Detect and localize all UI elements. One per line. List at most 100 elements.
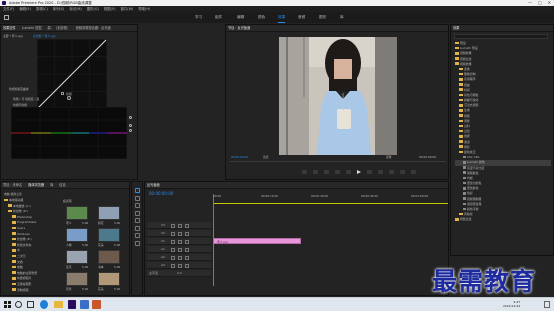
lock-icon[interactable] — [171, 255, 175, 260]
sync-icon[interactable] — [178, 231, 182, 236]
quality-dropdown[interactable]: 完整 — [386, 155, 392, 159]
workspace-learn[interactable]: 学习 — [195, 12, 202, 23]
mute-icon[interactable] — [178, 255, 182, 260]
eye-icon[interactable] — [185, 223, 189, 228]
lock-icon[interactable] — [171, 223, 175, 228]
workspace-color[interactable]: 颜色 — [258, 12, 265, 23]
tab-libraries[interactable]: 库 — [50, 183, 53, 187]
selection-tool-icon[interactable] — [134, 188, 140, 193]
file-explorer-icon[interactable] — [54, 301, 63, 308]
workspace-assembly[interactable]: 组件 — [215, 12, 222, 23]
tab-lumetri-scopes[interactable]: Lumetri 范围 — [22, 26, 42, 30]
master-volume-value[interactable]: 0.0 — [177, 271, 182, 275]
pen-tool-icon[interactable] — [134, 225, 140, 231]
hand-tool-icon[interactable] — [134, 233, 140, 238]
program-timecode-current[interactable]: 00:00:00:00 — [231, 155, 248, 159]
windows-start-icon[interactable] — [4, 301, 11, 308]
workspace-graphics[interactable]: 图形 — [319, 12, 326, 23]
slip-tool-icon[interactable] — [134, 218, 140, 223]
media-thumbnail[interactable]: 蓝天 5:00 — [63, 250, 93, 270]
home-icon[interactable] — [4, 15, 9, 20]
eye-icon[interactable] — [185, 231, 189, 236]
rgb-curve-graph[interactable] — [37, 39, 107, 109]
marker-icon[interactable] — [302, 170, 307, 174]
solo-icon[interactable] — [185, 255, 189, 260]
step-forward-icon[interactable] — [367, 170, 372, 174]
lock-icon[interactable] — [171, 239, 175, 244]
razor-tool-icon[interactable] — [134, 210, 140, 216]
reset-icon[interactable] — [129, 129, 132, 132]
media-thumbnail[interactable]: 花朵 5:00 — [95, 272, 125, 292]
workspace-audio[interactable]: 音频 — [298, 12, 305, 23]
tab-source[interactable]: 源：（无剪辑） — [47, 26, 69, 30]
track-header[interactable]: V3 — [147, 222, 211, 229]
fit-dropdown[interactable]: 适合 — [263, 155, 269, 159]
extract-icon[interactable] — [400, 170, 405, 174]
go-to-out-icon[interactable] — [378, 170, 383, 174]
track-select-tool-icon[interactable] — [134, 195, 140, 201]
reset-icon[interactable] — [129, 124, 132, 127]
eye-icon[interactable] — [185, 239, 189, 244]
track-header[interactable]: V1 — [147, 238, 211, 245]
time-ruler[interactable]: 00:00 00:00:15:00 00:00:30:00 00:00:45:0… — [213, 194, 448, 203]
effects-search-input[interactable] — [454, 34, 548, 39]
mark-out-icon[interactable] — [324, 170, 329, 174]
search-icon[interactable] — [15, 301, 22, 308]
premiere-taskbar-icon[interactable] — [68, 300, 76, 309]
media-thumbnail[interactable]: 鲜花 5:00 — [95, 206, 125, 226]
app-taskbar-icon[interactable] — [92, 300, 101, 309]
task-view-icon[interactable] — [27, 301, 34, 308]
mark-in-icon[interactable] — [313, 170, 318, 174]
reset-icon[interactable] — [129, 116, 132, 119]
notification-icon[interactable] — [544, 301, 550, 308]
media-thumbnail[interactable]: 老人 5:00 — [63, 206, 93, 226]
mute-icon[interactable] — [178, 263, 182, 268]
mute-icon[interactable] — [178, 247, 182, 252]
app-taskbar-icon[interactable] — [80, 300, 89, 309]
lift-icon[interactable] — [389, 170, 394, 174]
tab-info[interactable]: 信息 — [59, 183, 65, 187]
go-to-in-icon[interactable] — [335, 170, 340, 174]
workspace-effects[interactable]: 效果 — [278, 12, 286, 23]
solo-icon[interactable] — [185, 247, 189, 252]
sync-icon[interactable] — [178, 223, 182, 228]
eyedropper-icon[interactable] — [67, 96, 71, 100]
timeline-sequence-tab[interactable]: 反光板面 — [147, 183, 160, 187]
hue-saturation-curve[interactable] — [11, 107, 127, 159]
solo-icon[interactable] — [185, 263, 189, 268]
lock-icon[interactable] — [171, 247, 175, 252]
effects-panel-title[interactable]: 效果 — [453, 26, 459, 30]
track-header[interactable]: A3 — [147, 262, 211, 269]
workspace-editing[interactable]: 编辑 — [237, 12, 244, 23]
media-thumbnail[interactable]: 书本 5:00 — [95, 250, 125, 270]
sequence-clip-label[interactable]: 反光板 * 老人.jpg — [33, 34, 55, 38]
program-monitor-title[interactable]: 节目：反光板面 — [228, 26, 250, 30]
media-thumbnail[interactable]: 人物 5:00 — [63, 228, 93, 248]
folder-tree-item[interactable]: 录制视频 — [4, 288, 60, 294]
ripple-edit-tool-icon[interactable] — [134, 203, 140, 208]
tab-audio-mixer[interactable]: 音频剪辑混合器：反光板 — [76, 26, 111, 30]
system-clock[interactable]: 9:47 2021/11/12 — [503, 300, 520, 308]
program-scrub-bar[interactable] — [230, 161, 446, 162]
tab-effect-controls[interactable]: 效果控件 — [3, 26, 16, 30]
media-thumbnail[interactable]: 花朵 5:00 — [95, 228, 125, 248]
type-tool-icon[interactable] — [134, 240, 140, 246]
sync-icon[interactable] — [178, 239, 182, 244]
tab-media-browser[interactable]: 媒体浏览器 — [28, 183, 44, 187]
work-area-bar[interactable] — [213, 203, 448, 204]
edge-browser-icon[interactable] — [40, 300, 48, 309]
effects-tree-item[interactable]: 视频过渡 — [455, 217, 551, 222]
timeline-timecode[interactable]: 00:00:00:00 — [149, 191, 173, 196]
tab-project[interactable]: 项目：未命名 — [3, 183, 22, 187]
track-header[interactable]: A2 — [147, 254, 211, 261]
export-frame-icon[interactable] — [411, 170, 416, 174]
hue-checkbox[interactable] — [61, 92, 64, 95]
track-header[interactable]: V2 — [147, 230, 211, 237]
lock-icon[interactable] — [171, 263, 175, 268]
play-icon[interactable] — [357, 170, 361, 174]
lock-icon[interactable] — [171, 231, 175, 236]
media-thumbnail[interactable]: 风景 5:00 — [63, 272, 93, 292]
video-clip[interactable]: 老人.jpg — [213, 238, 301, 244]
track-header[interactable]: 主声道 0.0 — [147, 270, 211, 277]
step-back-icon[interactable] — [346, 170, 351, 174]
